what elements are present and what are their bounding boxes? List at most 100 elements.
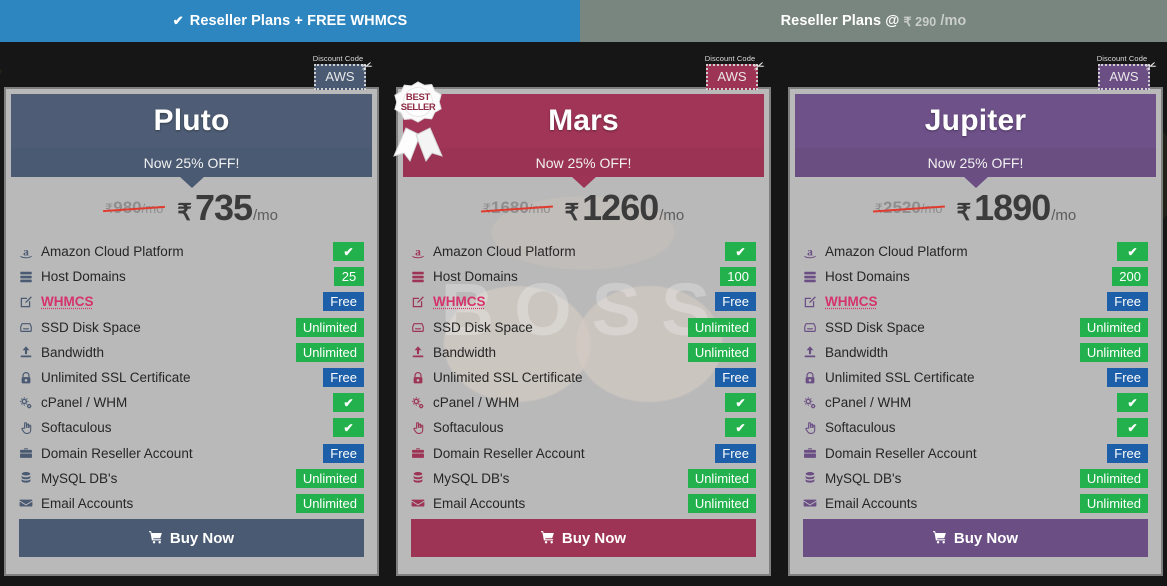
current-amount: 1260 <box>582 187 659 228</box>
feature-list: a Amazon Cloud Platform ✔ Host Domains 2… <box>795 239 1156 516</box>
feature-badge: 200 <box>1112 267 1148 287</box>
feature-row: Unlimited SSL Certificate Free <box>19 365 364 390</box>
briefcase-icon <box>411 446 433 460</box>
feature-value: ✔ <box>333 418 364 438</box>
feature-row: a Amazon Cloud Platform ✔ <box>19 239 364 264</box>
current-price: ₹735/mo <box>177 187 278 229</box>
cogs-icon <box>19 396 41 410</box>
feature-value: Unlimited <box>1079 317 1148 337</box>
feature-label: Unlimited SSL Certificate <box>433 370 583 386</box>
current-amount: 735 <box>194 187 253 228</box>
discount-coupon[interactable]: Discount Code ✂ AWS <box>1097 54 1159 90</box>
period: /mo <box>1051 207 1077 224</box>
tab-reseller-plans-290[interactable]: Reseller Plans @ ₹ 290 /mo <box>580 0 1167 42</box>
feature-label: Email Accounts <box>825 495 918 511</box>
discount-code-label: Discount Code <box>704 54 756 63</box>
buy-now-container: Buy Now <box>803 519 1148 557</box>
feature-badge: Unlimited <box>1079 468 1148 488</box>
feature-value: Unlimited <box>687 493 756 513</box>
upload-icon <box>803 345 825 359</box>
feature-label[interactable]: WHMCS <box>433 294 715 309</box>
currency-symbol: ₹ <box>564 199 580 225</box>
envelope-icon <box>411 496 433 510</box>
feature-list: a Amazon Cloud Platform ✔ Host Domains 2… <box>11 239 372 516</box>
plan-header: Pluto <box>11 94 372 148</box>
feature-row: Domain Reseller Account Free <box>19 441 364 466</box>
buy-now-button[interactable]: Buy Now <box>19 519 364 557</box>
shopping-cart-icon <box>148 530 163 547</box>
shopping-cart-icon <box>540 530 555 547</box>
hand-pointer-icon <box>19 421 41 435</box>
feature-badge: Unlimited <box>295 317 364 337</box>
pencil-square-icon <box>803 295 825 309</box>
feature-badge: Unlimited <box>687 342 756 362</box>
period: /mo <box>528 201 551 216</box>
feature-label: Domain Reseller Account <box>41 445 193 461</box>
hdd-icon <box>19 320 41 334</box>
feature-label: Bandwidth <box>433 344 497 360</box>
currency-symbol: ₹ <box>482 201 492 216</box>
lock-icon <box>803 371 825 385</box>
feature-label: Email Accounts <box>41 495 134 511</box>
amazon-icon: a <box>411 245 433 259</box>
best-seller-badge: BEST SELLER <box>386 80 452 163</box>
feature-label: Softaculous <box>433 420 504 436</box>
discount-coupon[interactable]: Discount Code ✂ AWS <box>704 54 767 90</box>
feature-value: Free <box>323 368 364 388</box>
database-icon <box>411 471 433 485</box>
feature-row: MySQL DB's Unlimited <box>411 466 756 491</box>
feature-value: Unlimited <box>1079 468 1148 488</box>
feature-label: MySQL DB's <box>825 470 902 486</box>
tab-reseller-free-whmcs[interactable]: ✔ Reseller Plans + FREE WHMCS <box>0 0 580 42</box>
feature-label: Amazon Cloud Platform <box>433 244 576 260</box>
feature-badge: 100 <box>720 267 756 287</box>
buy-now-button[interactable]: Buy Now <box>411 519 756 557</box>
database-icon <box>803 471 825 485</box>
period: /mo <box>253 207 279 224</box>
briefcase-icon <box>19 446 41 460</box>
feature-row: a Amazon Cloud Platform ✔ <box>411 239 756 264</box>
feature-label[interactable]: WHMCS <box>825 294 1107 309</box>
feature-label: Amazon Cloud Platform <box>41 244 184 260</box>
feature-row: Unlimited SSL Certificate Free <box>411 365 756 390</box>
feature-row: Bandwidth Unlimited <box>19 340 364 365</box>
feature-label[interactable]: WHMCS <box>41 294 323 309</box>
discount-text: Now 25% OFF! <box>535 154 632 171</box>
period: /mo <box>659 207 685 224</box>
feature-label: Bandwidth <box>825 344 889 360</box>
feature-badge: ✔ <box>725 393 756 413</box>
server-icon <box>803 270 825 284</box>
current-price: ₹1890/mo <box>957 187 1077 229</box>
feature-badge: Unlimited <box>295 342 364 362</box>
feature-label: Bandwidth <box>41 344 105 360</box>
feature-row: a Amazon Cloud Platform ✔ <box>803 239 1148 264</box>
feature-row: cPanel / WHM ✔ <box>803 390 1148 415</box>
pencil-square-icon <box>411 295 433 309</box>
database-icon <box>19 471 41 485</box>
server-icon <box>411 270 433 284</box>
feature-badge: Unlimited <box>1079 317 1148 337</box>
feature-value: 100 <box>720 267 756 287</box>
feature-value: Free <box>715 443 756 463</box>
plan-card-mars: BOSS BEST SELLER Discount Code ✂ AWS Mar… <box>393 54 771 576</box>
feature-value: Unlimited <box>687 317 756 337</box>
feature-row: Softaculous ✔ <box>803 415 1148 440</box>
plan-discount-banner: Now 25% OFF! <box>403 148 764 177</box>
server-icon <box>19 270 41 284</box>
hand-pointer-icon <box>803 421 825 435</box>
feature-badge: Free <box>715 292 756 312</box>
feature-row: Host Domains 200 <box>803 264 1148 289</box>
buy-now-label: Buy Now <box>169 529 235 547</box>
plan-price: ₹2520/mo ₹1890/mo <box>795 177 1156 239</box>
feature-badge: Free <box>1107 292 1148 312</box>
buy-now-label: Buy Now <box>953 529 1019 547</box>
feature-label: cPanel / WHM <box>41 395 128 411</box>
discount-coupon[interactable]: Discount Code ✂ AWS <box>313 54 375 90</box>
tab-period: /mo <box>940 13 967 29</box>
feature-row: Softaculous ✔ <box>19 415 364 440</box>
tab-label: Reseller Plans @ <box>780 13 900 29</box>
feature-value: ✔ <box>1117 393 1148 413</box>
tab-price: ₹ 290 <box>903 14 937 29</box>
buy-now-button[interactable]: Buy Now <box>803 519 1148 557</box>
feature-value: Free <box>715 292 756 312</box>
